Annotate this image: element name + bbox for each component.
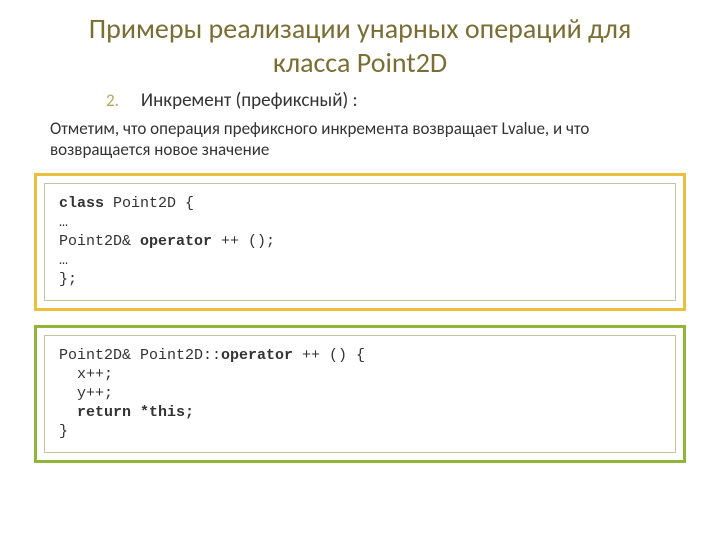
code-text: ++ () {	[293, 347, 365, 364]
code-block-declaration: class Point2D { … Point2D& operator ++ (…	[34, 173, 686, 311]
slide: Примеры реализации унарных операций для …	[0, 0, 720, 540]
code-text: Point2D& Point2D::	[59, 347, 221, 364]
code-keyword: operator	[221, 347, 293, 364]
note-paragraph: Отметим, что операция префиксного инкрем…	[6, 116, 714, 173]
code-block-definition: Point2D& Point2D::operator ++ () { x++; …	[34, 325, 686, 463]
code-text: ++ ();	[212, 233, 275, 250]
code-inner: class Point2D { … Point2D& operator ++ (…	[44, 183, 676, 301]
code-text: y++;	[59, 385, 113, 402]
slide-title: Примеры реализации унарных операций для …	[6, 12, 714, 79]
code-text: }	[59, 423, 68, 440]
code-text: …	[59, 214, 68, 231]
code-keyword: return *this;	[77, 404, 194, 421]
code-text	[59, 404, 77, 421]
list-text: Инкремент (префиксный) :	[141, 89, 358, 112]
code-inner: Point2D& Point2D::operator ++ () { x++; …	[44, 335, 676, 453]
code-text: x++;	[59, 366, 113, 383]
list-number: 2.	[106, 90, 119, 111]
code-text: Point2D {	[104, 195, 194, 212]
code-text: Point2D&	[59, 233, 140, 250]
code-text: …	[59, 252, 68, 269]
code-keyword: operator	[140, 233, 212, 250]
list-item: 2. Инкремент (префиксный) :	[6, 89, 714, 112]
code-keyword: class	[59, 195, 104, 212]
code-text: };	[59, 271, 77, 288]
